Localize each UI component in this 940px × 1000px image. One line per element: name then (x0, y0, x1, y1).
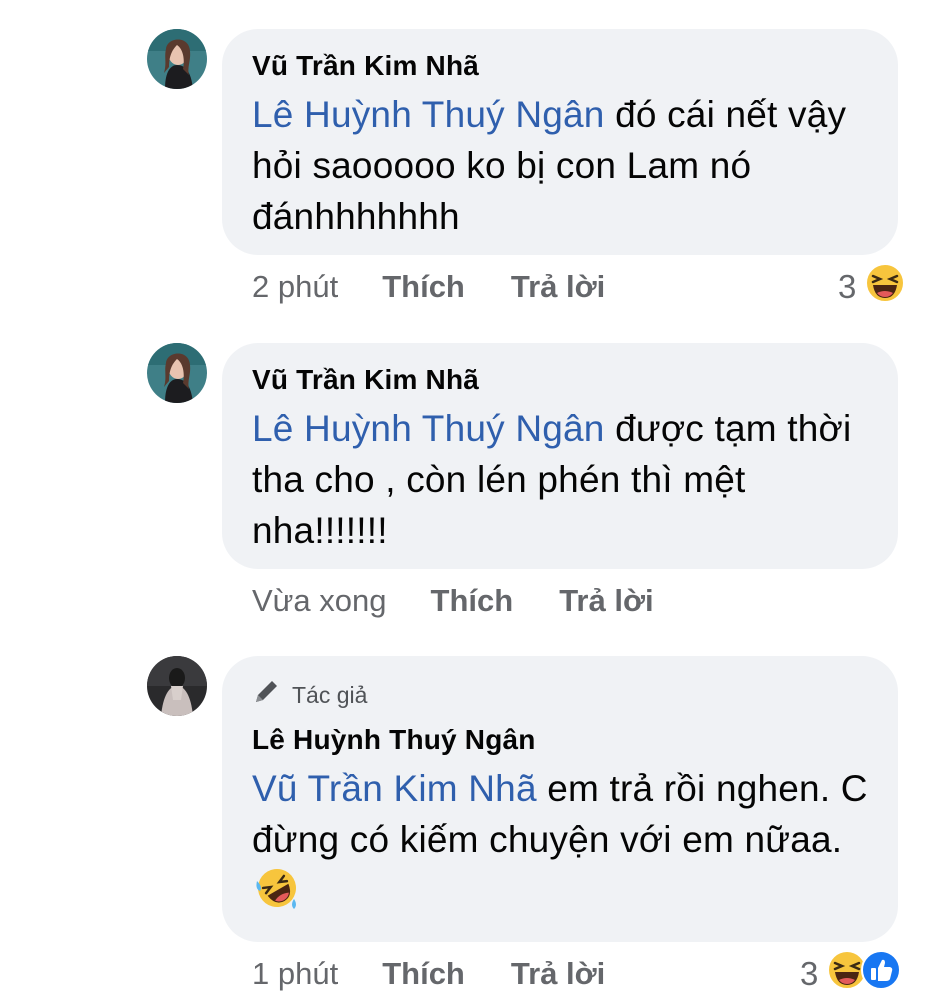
comment-bubble: Vũ Trần Kim Nhã Lê Huỳnh Thuý Ngân được … (222, 343, 898, 569)
avatar[interactable] (147, 656, 207, 716)
avatar[interactable] (147, 343, 207, 403)
comment-author[interactable]: Vũ Trần Kim Nhã (252, 363, 868, 397)
rofl-emoji-icon (254, 865, 300, 924)
comment-actions: 2 phút Thích Trả lời (252, 267, 651, 307)
author-badge-label: Tác giả (292, 681, 368, 708)
comment-author[interactable]: Lê Huỳnh Thuý Ngân (252, 723, 868, 757)
like-button[interactable]: Thích (382, 269, 465, 305)
reply-button[interactable]: Trả lời (511, 269, 605, 305)
mention-link[interactable]: Vũ Trần Kim Nhã (252, 768, 537, 809)
comment-time[interactable]: 2 phút (252, 269, 338, 305)
comment-bubble: Vũ Trần Kim Nhã Lê Huỳnh Thuý Ngân đó cá… (222, 29, 898, 255)
like-button[interactable]: Thích (382, 956, 465, 992)
comment-text: Lê Huỳnh Thuý Ngân đó cái nết vậy hỏi sa… (252, 89, 868, 242)
reaction-count: 3 (838, 268, 857, 305)
comment-text: Lê Huỳnh Thuý Ngân được tạm thời tha cho… (252, 403, 868, 556)
comment-text: Vũ Trần Kim Nhã em trả rồi nghen. C đừng… (252, 763, 868, 924)
reaction-summary[interactable]: 3 (838, 262, 906, 312)
comment-author[interactable]: Vũ Trần Kim Nhã (252, 49, 868, 83)
reaction-count: 3 (800, 955, 819, 992)
reply-button[interactable]: Trả lời (511, 956, 605, 992)
laugh-emoji-icon (864, 262, 906, 312)
like-button[interactable]: Thích (431, 583, 514, 619)
comment-time[interactable]: Vừa xong (252, 583, 387, 619)
mention-link[interactable]: Lê Huỳnh Thuý Ngân (252, 408, 605, 449)
author-badge: Tác giả (252, 676, 868, 713)
comment-time[interactable]: 1 phút (252, 956, 338, 992)
like-emoji-icon (860, 949, 902, 999)
avatar[interactable] (147, 29, 207, 89)
pen-icon (252, 676, 282, 713)
reaction-summary[interactable]: 3 (800, 949, 902, 999)
comment-actions: Vừa xong Thích Trả lời (252, 581, 700, 621)
reply-button[interactable]: Trả lời (559, 583, 653, 619)
comment-bubble: Tác giả Lê Huỳnh Thuý Ngân Vũ Trần Kim N… (222, 656, 898, 942)
comment-actions: 1 phút Thích Trả lời (252, 954, 651, 994)
mention-link[interactable]: Lê Huỳnh Thuý Ngân (252, 94, 605, 135)
